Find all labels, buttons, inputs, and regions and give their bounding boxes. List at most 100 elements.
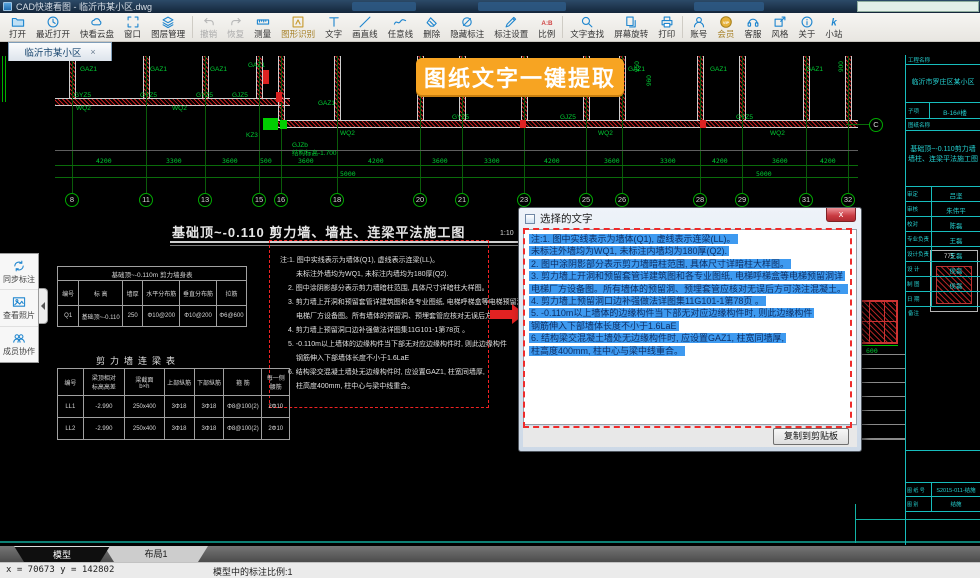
window-corners-icon [126, 15, 140, 29]
toolbar-redo-button[interactable]: 恢复 [222, 13, 249, 41]
toolbar-screen-rotate-button[interactable]: 屏幕旋转 [609, 13, 653, 41]
toolbar-style-button[interactable]: 风格 [766, 13, 793, 41]
tab-model[interactable]: 模型 [14, 546, 110, 562]
toolbar-measure-button[interactable]: 测量 [249, 13, 276, 41]
copy-to-clipboard-button[interactable]: 复制到剪贴板 [773, 428, 849, 445]
dialog-text-area[interactable]: 注:1. 图中实线表示为墙体(Q1), 虚线表示连梁(LL)。 未标注外墙均为W… [523, 229, 857, 425]
toolbar-freehand-line-button[interactable]: 任意线 [383, 13, 419, 41]
toolbar-recent-open-button[interactable]: 最近打开 [31, 13, 75, 41]
selected-line: 2. 图中涂阴影部分表示剪力墙暗柱范围, 具体尺寸详暗柱大样图。 [529, 259, 791, 269]
dialog-titlebar[interactable]: 选择的文字 [519, 208, 861, 229]
axis-line [205, 56, 206, 193]
vip-icon: VIP [719, 15, 733, 29]
toolbar-open-button[interactable]: 打开 [4, 13, 31, 41]
extracted-text-dialog: 选择的文字 x 注:1. 图中实线表示为墙体(Q1), 虚线表示连梁(LL)。 … [518, 207, 862, 452]
selected-line: 注:1. 图中实线表示为墙体(Q1), 虚线表示连梁(LL)。 [529, 234, 738, 244]
dimension-text: 3600 [604, 158, 620, 165]
toolbar-vip-button[interactable]: VIP 会员 [712, 13, 739, 41]
detail-base-line [856, 345, 898, 346]
toolbar-undo-button[interactable]: 撤销 [195, 13, 222, 41]
axis-bubble: 15 [252, 193, 266, 207]
toolbar-separator [192, 16, 193, 38]
arrow-shaft [490, 310, 512, 319]
member-collab-button[interactable]: 成员协作 [0, 327, 38, 362]
dimension-text: 3300 [166, 158, 182, 165]
document-tab-close-icon[interactable]: × [90, 47, 95, 57]
toolbar-text-button[interactable]: 文字 [320, 13, 347, 41]
tab-layout1[interactable]: 布局1 [104, 546, 208, 562]
toolbar-draw-line-button[interactable]: 画直线 [347, 13, 383, 41]
document-tab[interactable]: 临沂市某小区 × [8, 42, 112, 61]
note-line: 5. -0.110m以上墙体的边缘构件当下部无对应边缘构件时, 则此边缘构件 [280, 338, 525, 352]
axis-bubble: 25 [579, 193, 593, 207]
wall-label: 960 [646, 75, 653, 86]
wall-label: GAZ1 [80, 66, 97, 73]
scale-note: 1:10 [500, 230, 514, 237]
toolbar-cloud-drive-button[interactable]: 快看云盘 [75, 13, 119, 41]
sync-annotations-button[interactable]: 同步标注 [0, 254, 38, 290]
sheet-name: 基础顶~-0.110剪力墙 墙柱、连梁平法施工图 [906, 131, 980, 187]
axis-bubble: 16 [274, 193, 288, 207]
panel-collapse-handle[interactable] [39, 288, 48, 324]
beam-table: 编号 梁顶相对 标高高差 梁截面 b×h 上部纵筋 下部纵筋 箍 筋 每一侧 腰… [57, 368, 290, 440]
style-switch-icon [773, 15, 787, 29]
wall-label: WQ2 [76, 105, 91, 112]
svg-text:VIP: VIP [723, 21, 730, 25]
toolbar-layer-manager-button[interactable]: 图层管理 [146, 13, 190, 41]
column-detail-line [869, 300, 870, 344]
selected-line: 5. -0.110m以上墙体的边缘构件当下部无对应边缘构件时, 则此边缘构件 [529, 308, 814, 318]
column-marker-red [276, 92, 282, 102]
toolbar-hide-annotations-button[interactable]: 隐藏标注 [445, 13, 489, 41]
toolbar-separator [562, 16, 563, 38]
sheet-border-line [855, 504, 856, 543]
search-icon [580, 15, 594, 29]
wall-label: GYZ5 [140, 92, 157, 99]
view-photos-button[interactable]: 查看照片 [0, 290, 38, 326]
selected-line: 电梯厂方设备图。所有墙体的预留洞、预埋套管应核对无误后方可浇注混凝土。 [529, 284, 848, 294]
toolbar-window-button[interactable]: 窗口 [119, 13, 146, 41]
wall-label: GYZ5 [452, 114, 469, 121]
signature-grid [860, 354, 906, 440]
titlebar-search-box[interactable] [857, 1, 979, 12]
wall-label: 900 [838, 61, 845, 72]
status-bar: x = 70673 y = 142802 模型中的标注比例:1 [0, 562, 980, 578]
freehand-line-icon [393, 15, 407, 29]
personnel-row: 校对 陈磊 [906, 217, 980, 232]
toolbar-scale-button[interactable]: A:B 比例 [533, 13, 560, 41]
photo-icon [12, 295, 26, 309]
toolbar-delete-button[interactable]: 删除 [418, 13, 445, 41]
wall-label: WQ2 [172, 105, 187, 112]
toolbar-account-button[interactable]: 账号 [685, 13, 712, 41]
personnel-row: 审核 朱伟平 [906, 202, 980, 217]
dimension-line [55, 177, 858, 178]
axis: 16 [274, 56, 288, 208]
wall-label: GJZ5 [232, 92, 248, 99]
dimension-line [55, 165, 858, 166]
axis: 8 [65, 56, 79, 208]
dimension-text: 3600 [222, 158, 238, 165]
toolbar-about-button[interactable]: 关于 [793, 13, 820, 41]
toolbar-text-search-button[interactable]: 文字查找 [565, 13, 609, 41]
line-icon [358, 15, 372, 29]
dimension-text: 3600 [772, 158, 788, 165]
undo-icon [202, 15, 216, 29]
toolbar-annotation-settings-button[interactable]: 标注设置 [489, 13, 533, 41]
axis-bubble: 32 [841, 193, 855, 207]
toolbar-support-button[interactable]: 客服 [739, 13, 766, 41]
toolbar-print-button[interactable]: 打印 [653, 13, 680, 41]
axis-line [742, 56, 743, 193]
wall-band [278, 120, 858, 128]
k-site-icon: k [827, 15, 841, 29]
dialog-close-button[interactable]: x [826, 208, 856, 222]
dimension-text: 4200 [820, 158, 836, 165]
personnel-row: 设计负责 王磊 [906, 247, 980, 262]
personnel-row: 专业负责 王磊 [906, 232, 980, 247]
note-line: 钢筋伸入下部墙体长度不小于1.6LaE [280, 352, 525, 366]
main-toolbar: 打开 最近打开 快看云盘 窗口 图层管理 撤销 恢复 测量 图形识别 文字 画直… [0, 13, 980, 42]
wall-label: GJZ5 [560, 114, 576, 121]
toolbar-shape-recognition-button[interactable]: 图形识别 [276, 13, 320, 41]
toolbar-site-button[interactable]: k 小站 [820, 13, 847, 41]
selected-line: 6. 结构梁交混凝土墙处无边缘构件时, 应设置GAZ1, 柱宽同墙厚, [529, 333, 786, 343]
dimension-text: 4200 [544, 158, 560, 165]
dimension-text: 4200 [368, 158, 384, 165]
